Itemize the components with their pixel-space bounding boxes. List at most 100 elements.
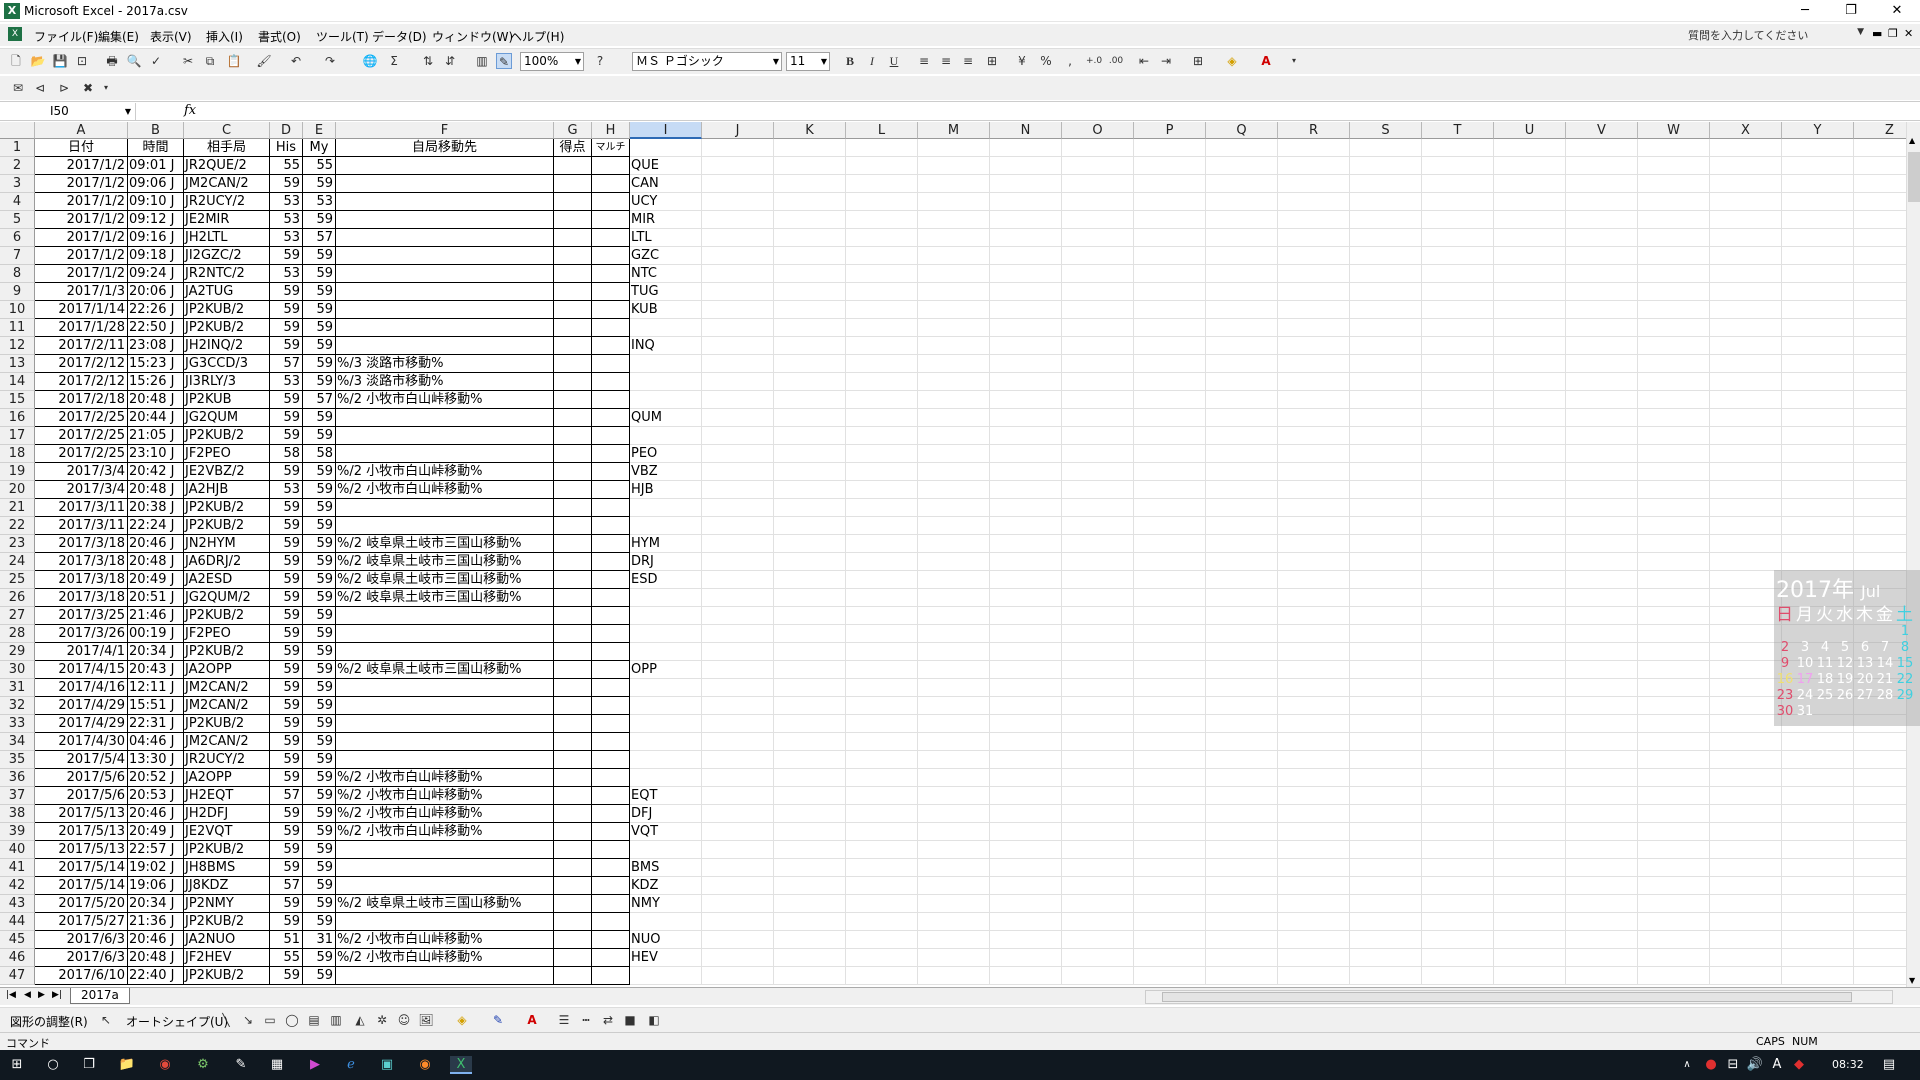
cell[interactable]: 2017/1/2 <box>35 265 128 283</box>
cell[interactable] <box>1494 805 1566 823</box>
cell[interactable] <box>1782 157 1854 175</box>
row-header[interactable]: 10 <box>0 301 35 319</box>
cell[interactable]: 2017/2/25 <box>35 427 128 445</box>
cell[interactable] <box>1350 265 1422 283</box>
cell[interactable] <box>918 697 990 715</box>
cell[interactable]: 2017/1/2 <box>35 229 128 247</box>
cell[interactable] <box>1422 373 1494 391</box>
cell[interactable] <box>1710 679 1782 697</box>
cell[interactable]: JE2VQT <box>184 823 270 841</box>
cell[interactable]: JP2KUB/2 <box>184 715 270 733</box>
cell[interactable] <box>336 679 554 697</box>
cell[interactable]: 53 <box>270 373 303 391</box>
cell[interactable] <box>918 391 990 409</box>
cell[interactable] <box>846 499 918 517</box>
cell[interactable] <box>336 715 554 733</box>
cell[interactable] <box>990 715 1062 733</box>
cell[interactable]: 59 <box>270 247 303 265</box>
cell[interactable] <box>1350 553 1422 571</box>
cell[interactable] <box>990 373 1062 391</box>
cell[interactable] <box>702 283 774 301</box>
cell[interactable]: 59 <box>303 409 336 427</box>
cell[interactable] <box>1710 319 1782 337</box>
cell[interactable] <box>554 229 592 247</box>
cell[interactable] <box>990 391 1062 409</box>
cell[interactable] <box>1134 481 1206 499</box>
cell[interactable] <box>554 661 592 679</box>
cell[interactable] <box>1134 157 1206 175</box>
cell[interactable] <box>630 913 702 931</box>
cell[interactable] <box>1350 733 1422 751</box>
cell[interactable] <box>1854 265 1906 283</box>
fill-color-icon[interactable]: ◈ <box>1224 53 1240 69</box>
cell[interactable] <box>1062 301 1134 319</box>
cell[interactable] <box>1494 895 1566 913</box>
cell[interactable]: 59 <box>303 175 336 193</box>
row-header[interactable]: 16 <box>0 409 35 427</box>
cell[interactable]: 59 <box>303 553 336 571</box>
cell[interactable]: 20:52 J <box>128 769 184 787</box>
cell[interactable] <box>336 751 554 769</box>
column-header[interactable]: D <box>270 122 303 139</box>
cell[interactable] <box>1494 643 1566 661</box>
cell[interactable] <box>1854 769 1906 787</box>
cell[interactable]: JM2CAN/2 <box>184 175 270 193</box>
cell[interactable] <box>592 841 630 859</box>
cell[interactable] <box>1422 589 1494 607</box>
cell[interactable]: 59 <box>303 751 336 769</box>
cell[interactable] <box>1134 337 1206 355</box>
cell[interactable] <box>1782 409 1854 427</box>
cell[interactable] <box>1350 373 1422 391</box>
cell[interactable] <box>1782 949 1854 967</box>
cell[interactable] <box>1062 733 1134 751</box>
cell[interactable] <box>1134 643 1206 661</box>
cell[interactable]: 2017/2/12 <box>35 355 128 373</box>
rectangle-tool-icon[interactable]: ▭ <box>262 1012 278 1028</box>
cell[interactable] <box>1278 355 1350 373</box>
cell[interactable]: 20:48 J <box>128 949 184 967</box>
cell[interactable] <box>702 643 774 661</box>
cell[interactable]: 15:23 J <box>128 355 184 373</box>
cell[interactable]: 59 <box>303 481 336 499</box>
cell[interactable]: 04:46 J <box>128 733 184 751</box>
cell[interactable] <box>918 247 990 265</box>
cell[interactable] <box>1782 355 1854 373</box>
cell[interactable] <box>1278 931 1350 949</box>
column-title-cell[interactable] <box>1782 139 1854 157</box>
cell[interactable] <box>990 409 1062 427</box>
cell[interactable] <box>1206 193 1278 211</box>
cell[interactable] <box>1206 841 1278 859</box>
cell[interactable] <box>1854 193 1906 211</box>
cell[interactable] <box>702 841 774 859</box>
cell[interactable] <box>846 841 918 859</box>
cell[interactable] <box>1566 967 1638 985</box>
cell[interactable] <box>1854 931 1906 949</box>
cell[interactable] <box>1710 175 1782 193</box>
notepad-icon[interactable]: ✎ <box>230 1056 252 1074</box>
cell[interactable] <box>1062 373 1134 391</box>
cell[interactable] <box>1638 499 1710 517</box>
cell[interactable] <box>1350 625 1422 643</box>
column-header[interactable]: V <box>1566 122 1638 139</box>
cell[interactable] <box>990 859 1062 877</box>
cell[interactable] <box>918 967 990 985</box>
cell[interactable] <box>990 571 1062 589</box>
row-header[interactable]: 38 <box>0 805 35 823</box>
vertical-textbox-icon[interactable]: ▥ <box>328 1012 344 1028</box>
cell[interactable] <box>592 175 630 193</box>
cell[interactable]: 20:44 J <box>128 409 184 427</box>
cell[interactable] <box>1134 697 1206 715</box>
line-tool-icon[interactable]: ╲ <box>218 1012 234 1028</box>
cell[interactable] <box>592 373 630 391</box>
cell[interactable] <box>592 733 630 751</box>
cell[interactable] <box>1350 301 1422 319</box>
cell[interactable] <box>1062 715 1134 733</box>
cell[interactable]: 59 <box>270 643 303 661</box>
cell[interactable] <box>1062 895 1134 913</box>
column-title-cell[interactable] <box>1350 139 1422 157</box>
cell[interactable] <box>1782 427 1854 445</box>
cell[interactable] <box>554 895 592 913</box>
cell[interactable] <box>1638 265 1710 283</box>
cell[interactable] <box>554 265 592 283</box>
cell[interactable] <box>1422 859 1494 877</box>
